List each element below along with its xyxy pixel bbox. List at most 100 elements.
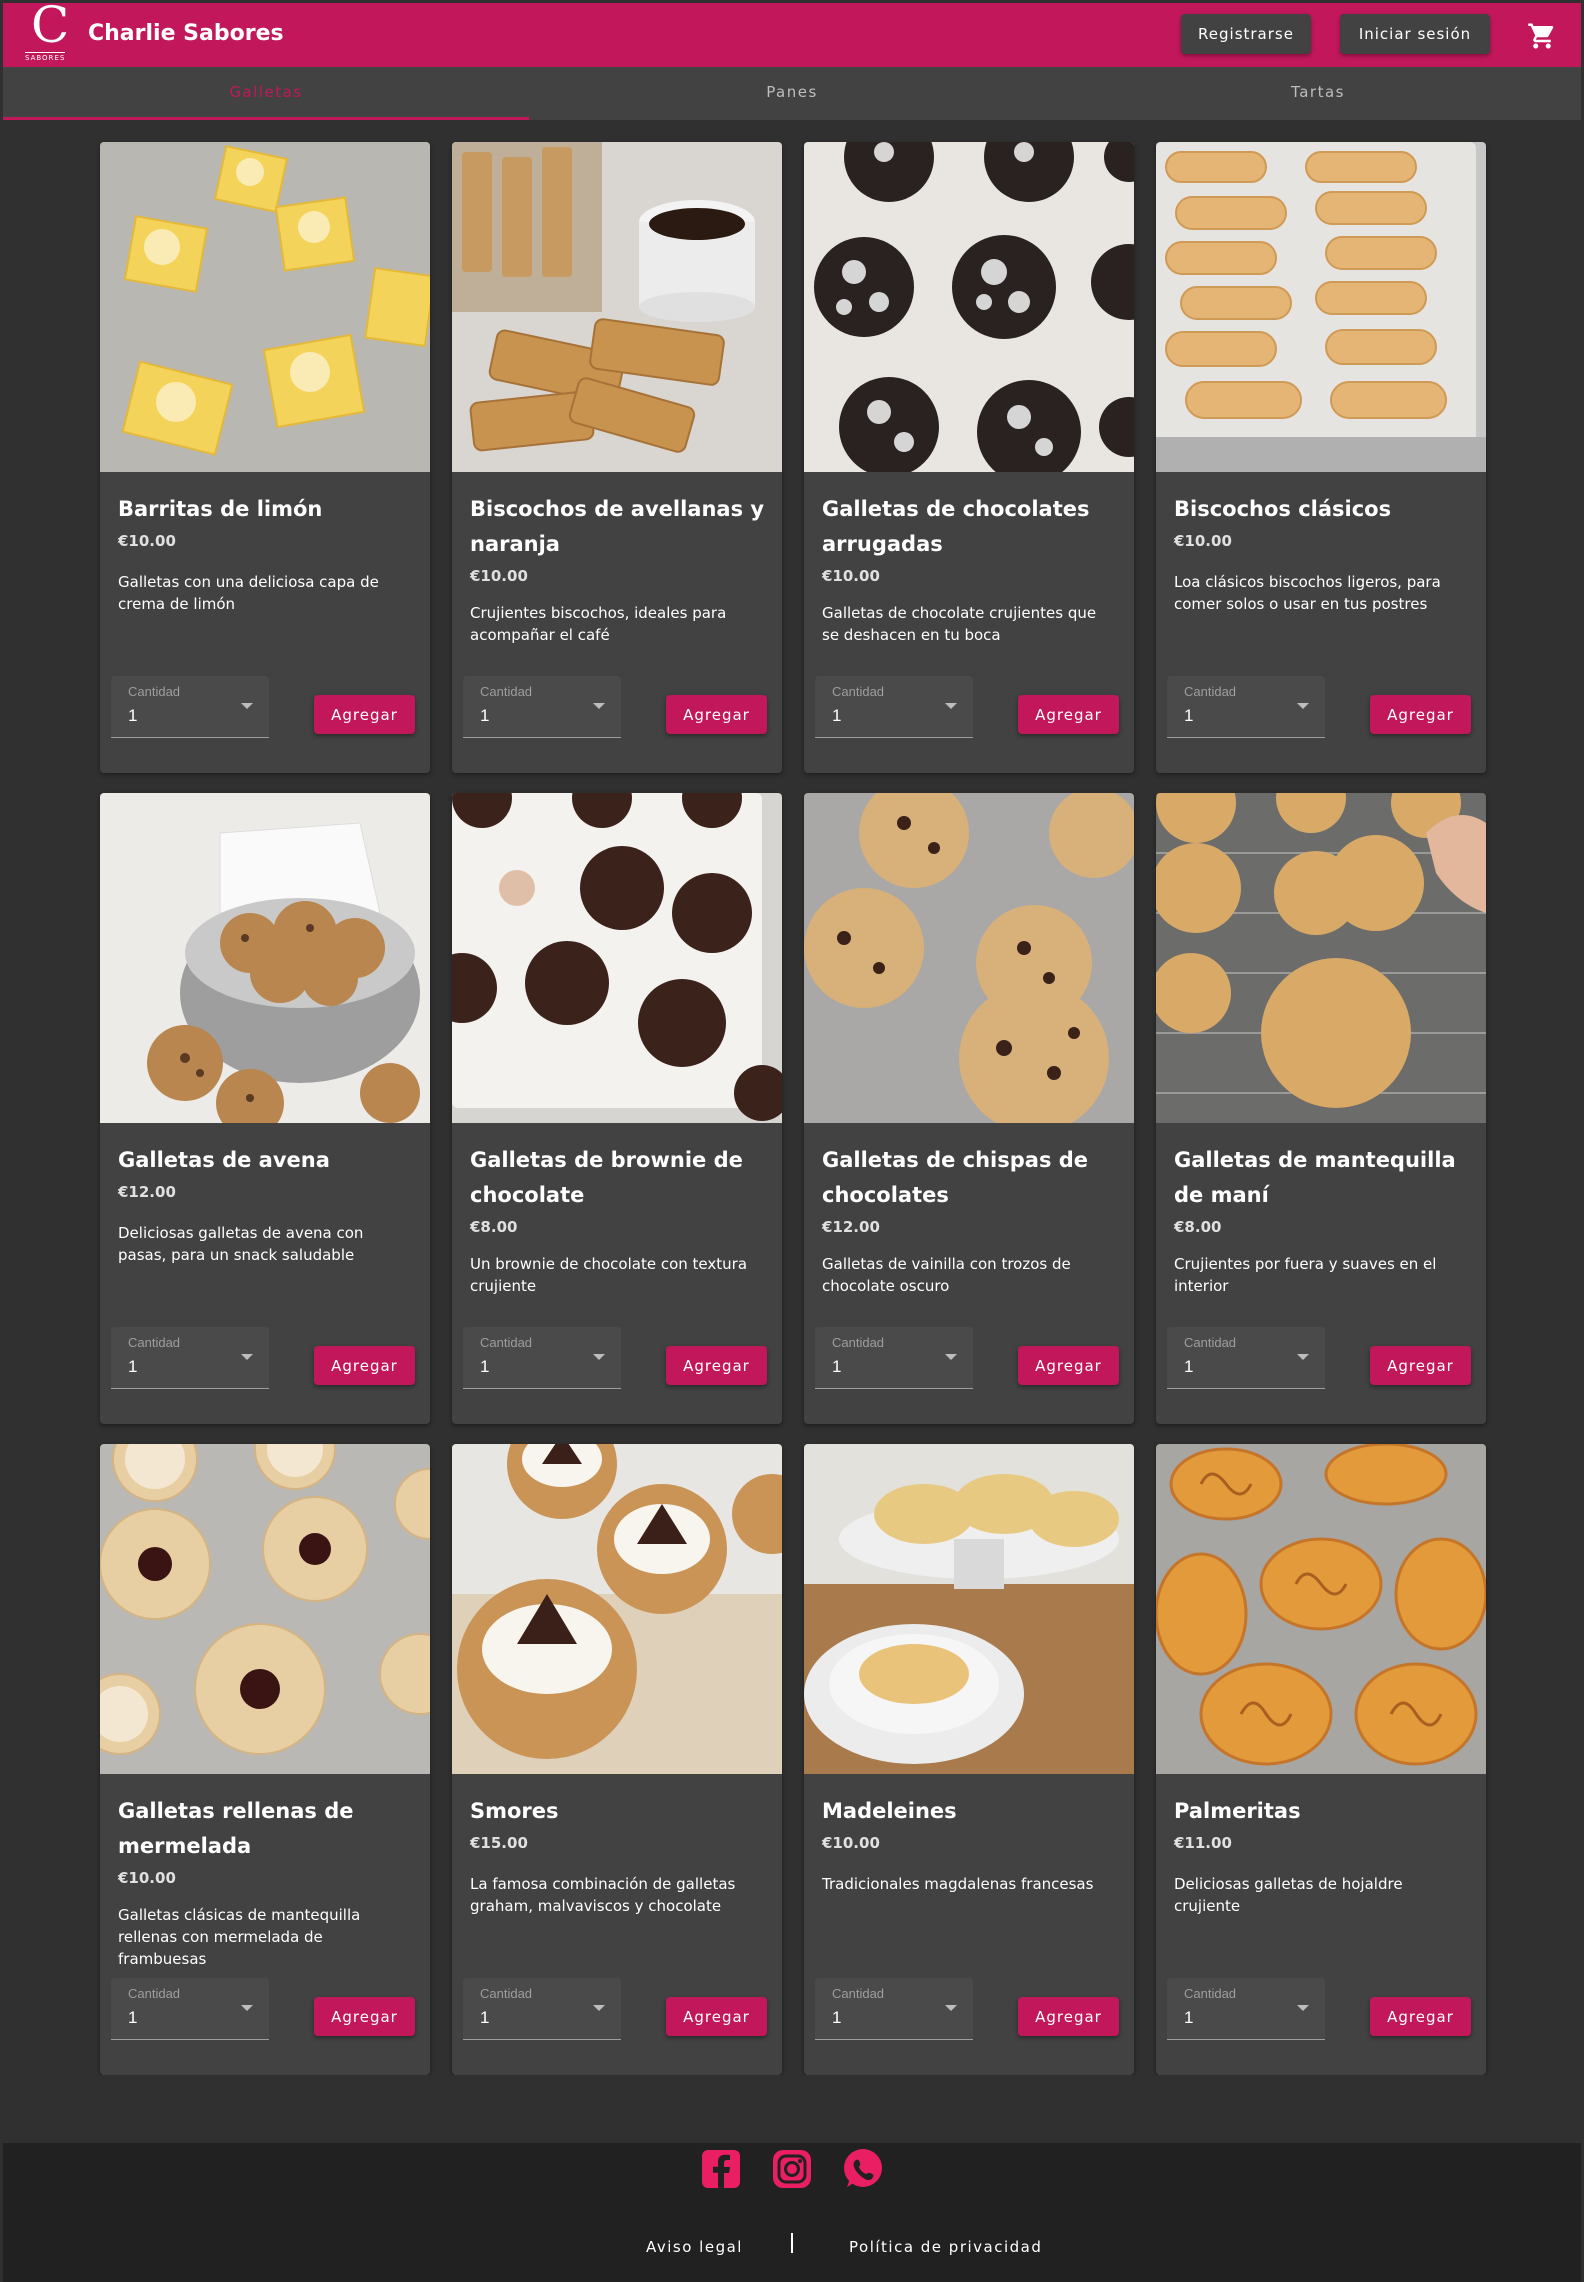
- quantity-select[interactable]: Cantidad 1: [463, 1327, 621, 1389]
- chevron-down-icon: [945, 703, 957, 709]
- quantity-label: Cantidad: [1184, 684, 1237, 699]
- quantity-label: Cantidad: [128, 1335, 181, 1350]
- product-card: Galletas de mantequilla de maní €8.00 Cr…: [1156, 793, 1486, 1424]
- quantity-select[interactable]: Cantidad 1: [815, 676, 973, 738]
- quantity-value: 1: [1184, 1357, 1194, 1376]
- facebook-icon[interactable]: [700, 2148, 742, 2190]
- quantity-label: Cantidad: [480, 684, 533, 699]
- quantity-label: Cantidad: [832, 1986, 885, 2001]
- add-to-cart-button[interactable]: Agregar: [1370, 1346, 1471, 1385]
- add-to-cart-button[interactable]: Agregar: [666, 1346, 767, 1385]
- legal-notice-link[interactable]: Aviso legal: [646, 2238, 743, 2256]
- chevron-down-icon: [1297, 703, 1309, 709]
- add-to-cart-button[interactable]: Agregar: [666, 1997, 767, 2036]
- chevron-down-icon: [945, 2005, 957, 2011]
- whatsapp-icon[interactable]: [842, 2148, 884, 2190]
- logo-letter: C: [31, 0, 70, 54]
- add-to-cart-button[interactable]: Agregar: [1370, 1997, 1471, 2036]
- quantity-label: Cantidad: [480, 1335, 533, 1350]
- product-card: Madeleines €10.00 Tradicionales magdalen…: [804, 1444, 1134, 2075]
- product-name: Galletas de chispas de chocolates: [822, 1148, 1089, 1207]
- logo-subtitle: SABORES: [25, 52, 66, 62]
- product-price: €10.00: [822, 1834, 880, 1852]
- product-card: Galletas de chispas de chocolates €12.00…: [804, 793, 1134, 1424]
- product-image: [804, 1444, 1134, 1774]
- product-card: Galletas de brownie de chocolate €8.00 U…: [452, 793, 782, 1424]
- quantity-select[interactable]: Cantidad 1: [463, 1978, 621, 2040]
- product-description: Galletas clásicas de mantequilla rellena…: [118, 1906, 361, 1968]
- product-name: Barritas de limón: [118, 497, 323, 521]
- add-to-cart-button[interactable]: Agregar: [1018, 1997, 1119, 2036]
- quantity-select[interactable]: Cantidad 1: [1167, 1327, 1325, 1389]
- login-button[interactable]: Iniciar sesión: [1340, 14, 1490, 54]
- chevron-down-icon: [241, 2005, 253, 2011]
- quantity-select[interactable]: Cantidad 1: [815, 1978, 973, 2040]
- product-card: Palmeritas €11.00 Deliciosas galletas de…: [1156, 1444, 1486, 2075]
- tab-panes[interactable]: Panes: [529, 67, 1055, 120]
- cart-icon[interactable]: [1527, 21, 1557, 51]
- footer-spacer: [3, 2075, 1581, 2143]
- add-to-cart-button[interactable]: Agregar: [314, 695, 415, 734]
- product-price: €10.00: [822, 567, 880, 585]
- quantity-select[interactable]: Cantidad 1: [111, 676, 269, 738]
- privacy-policy-link[interactable]: Política de privacidad: [849, 2238, 1042, 2256]
- add-to-cart-button[interactable]: Agregar: [1370, 695, 1471, 734]
- product-description: Crujientes por fuera y suaves en el inte…: [1174, 1255, 1437, 1295]
- product-name: Biscochos de avellanas y naranja: [470, 497, 765, 556]
- product-description: Galletas de chocolate crujientes que se …: [822, 604, 1097, 644]
- product-grid: Barritas de limón €10.00 Galletas con un…: [100, 142, 1488, 2075]
- quantity-value: 1: [1184, 2008, 1194, 2027]
- product-price: €12.00: [118, 1183, 176, 1201]
- brand-logo[interactable]: C SABORES: [21, 0, 77, 64]
- quantity-value: 1: [832, 1357, 842, 1376]
- product-price: €10.00: [470, 567, 528, 585]
- add-to-cart-button[interactable]: Agregar: [666, 695, 767, 734]
- product-description: La famosa combinación de galletas graham…: [470, 1875, 736, 1915]
- tab-tartas[interactable]: Tartas: [1055, 67, 1581, 120]
- product-price: €10.00: [1174, 532, 1232, 550]
- product-name: Galletas de chocolates arrugadas: [822, 497, 1090, 556]
- product-price: €8.00: [1174, 1218, 1222, 1236]
- add-to-cart-button[interactable]: Agregar: [1018, 1346, 1119, 1385]
- product-image: [1156, 142, 1486, 472]
- product-description: Deliciosas galletas de hojaldre crujient…: [1174, 1875, 1403, 1915]
- product-name: Galletas de avena: [118, 1148, 330, 1172]
- quantity-label: Cantidad: [128, 684, 181, 699]
- chevron-down-icon: [945, 1354, 957, 1360]
- quantity-select[interactable]: Cantidad 1: [463, 676, 621, 738]
- quantity-label: Cantidad: [128, 1986, 181, 2001]
- product-description: Loa clásicos biscochos ligeros, para com…: [1174, 573, 1441, 613]
- quantity-select[interactable]: Cantidad 1: [815, 1327, 973, 1389]
- chevron-down-icon: [241, 703, 253, 709]
- quantity-value: 1: [1184, 706, 1194, 725]
- product-image: [100, 142, 430, 472]
- quantity-label: Cantidad: [1184, 1986, 1237, 2001]
- product-card: Galletas rellenas de mermelada €10.00 Ga…: [100, 1444, 430, 2075]
- product-description: Galletas de vainilla con trozos de choco…: [822, 1255, 1071, 1295]
- product-price: €8.00: [470, 1218, 518, 1236]
- quantity-label: Cantidad: [480, 1986, 533, 2001]
- quantity-label: Cantidad: [832, 684, 885, 699]
- add-to-cart-button[interactable]: Agregar: [314, 1346, 415, 1385]
- quantity-select[interactable]: Cantidad 1: [1167, 676, 1325, 738]
- tab-galletas[interactable]: Galletas: [3, 67, 529, 120]
- product-image: [804, 142, 1134, 472]
- product-card: Galletas de avena €12.00 Deliciosas gall…: [100, 793, 430, 1424]
- product-card: Barritas de limón €10.00 Galletas con un…: [100, 142, 430, 773]
- product-card: Galletas de chocolates arrugadas €10.00 …: [804, 142, 1134, 773]
- product-price: €12.00: [822, 1218, 880, 1236]
- add-to-cart-button[interactable]: Agregar: [314, 1997, 415, 2036]
- instagram-icon[interactable]: [771, 2148, 813, 2190]
- quantity-select[interactable]: Cantidad 1: [111, 1978, 269, 2040]
- product-card: Biscochos clásicos €10.00 Loa clásicos b…: [1156, 142, 1486, 773]
- add-to-cart-button[interactable]: Agregar: [1018, 695, 1119, 734]
- brand-name[interactable]: Charlie Sabores: [88, 21, 284, 46]
- quantity-value: 1: [128, 1357, 138, 1376]
- app-header: C SABORES Charlie Sabores Registrarse In…: [3, 0, 1581, 67]
- register-button[interactable]: Registrarse: [1181, 14, 1311, 54]
- product-image: [452, 793, 782, 1123]
- quantity-select[interactable]: Cantidad 1: [111, 1327, 269, 1389]
- product-image: [1156, 793, 1486, 1123]
- quantity-select[interactable]: Cantidad 1: [1167, 1978, 1325, 2040]
- product-name: Galletas rellenas de mermelada: [118, 1799, 354, 1858]
